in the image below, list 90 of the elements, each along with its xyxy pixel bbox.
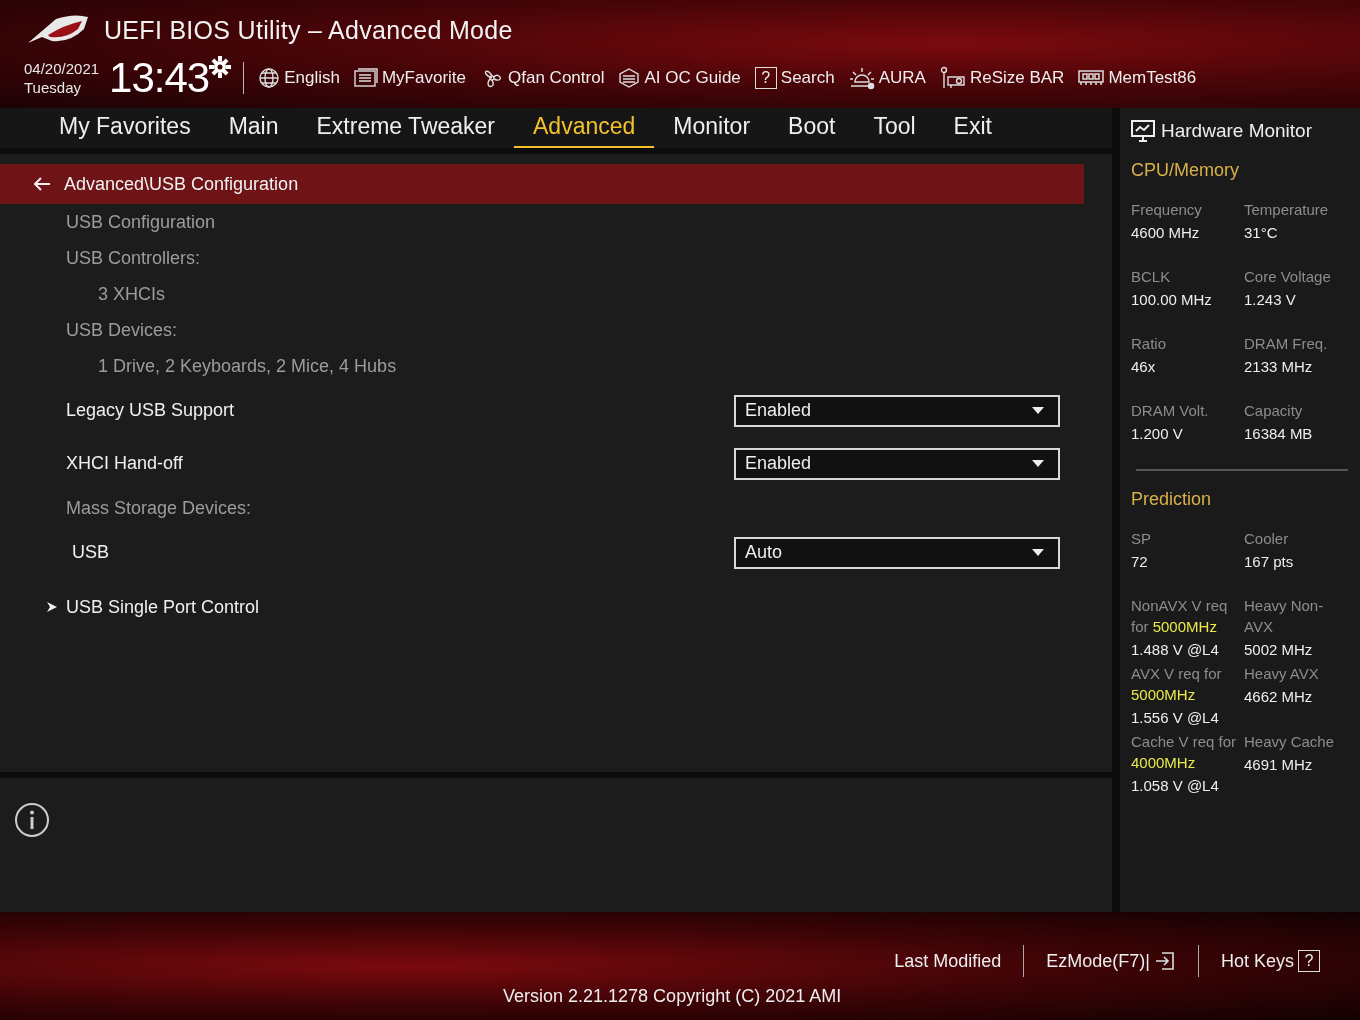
version-text: Version 2.21.1278 Copyright (C) 2021 AMI <box>503 986 843 1007</box>
stat-label: Frequency <box>1131 200 1203 220</box>
chip-icon <box>618 67 641 89</box>
stat-label: DRAM Volt. <box>1131 401 1210 421</box>
section-label: USB Controllers: <box>66 247 201 269</box>
section-label: USB Devices: <box>66 319 178 341</box>
memory-module-icon <box>1078 69 1105 87</box>
toolbar-button[interactable]: ? Search <box>754 67 835 89</box>
stat-value: 1.488 V @L4 <box>1131 640 1220 660</box>
stat-label: Capacity <box>1244 401 1304 421</box>
stat-value: 4691 MHz <box>1244 755 1314 775</box>
stat-label: DRAM Freq. <box>1244 334 1329 354</box>
stat-label: NonAVX V req for 5000MHz <box>1131 596 1229 637</box>
footer-button[interactable]: EzMode(F7)| <box>1024 950 1198 972</box>
breadcrumb-text: Advanced\USB Configuration <box>64 173 299 195</box>
stat-value: 100.00 MHz <box>1131 290 1213 310</box>
section-label: Mass Storage Devices: <box>66 497 252 519</box>
sun-icon <box>848 66 875 90</box>
info-text: 1 Drive, 2 Keyboards, 2 Mice, 4 Hubs <box>98 355 397 377</box>
exit-icon <box>1153 950 1176 972</box>
clock-time: 13:43 <box>109 54 210 102</box>
caret-icon <box>1032 549 1044 556</box>
menu-tab[interactable]: Main <box>209 108 298 148</box>
menu-tab[interactable]: Boot <box>769 108 855 148</box>
dropdown[interactable]: Enabled <box>734 394 1060 427</box>
toolbar-button[interactable]: AI OC Guide <box>618 67 741 89</box>
stat-value: 46x <box>1131 357 1157 377</box>
stat-value: 4662 MHz <box>1244 687 1314 707</box>
footer-button[interactable]: Last Modified <box>872 950 1024 972</box>
toolbar-button[interactable]: English <box>258 67 340 89</box>
card-icon <box>939 66 966 90</box>
date-text: 04/20/2021 <box>24 59 100 78</box>
stat-value: 5002 MHz <box>1244 640 1314 660</box>
menu-tab[interactable]: Tool <box>854 108 935 148</box>
stat-label: AVX V req for 5000MHz <box>1131 664 1223 705</box>
stat-label: Heavy Non-AVX <box>1244 596 1325 637</box>
toolbar-button[interactable]: MemTest86 <box>1078 68 1197 88</box>
weekday-text: Tuesday <box>24 78 82 97</box>
stat-label: Ratio <box>1131 334 1168 354</box>
stat-label: Core Voltage <box>1244 267 1332 287</box>
stat-value: 167 pts <box>1244 552 1295 572</box>
menu-tab[interactable]: Exit <box>934 108 1011 148</box>
setting-label: Legacy USB Support <box>66 400 235 421</box>
stat-label: Temperature <box>1244 200 1330 220</box>
stat-label: BCLK <box>1131 267 1172 287</box>
section-label: USB Configuration <box>66 211 216 233</box>
caret-icon <box>1032 460 1044 467</box>
help-icon: ? <box>754 67 777 89</box>
menu-tab[interactable]: My Favorites <box>40 108 210 148</box>
toolbar-button[interactable]: Qfan Control <box>480 67 605 89</box>
stat-label: Heavy Cache <box>1244 732 1336 752</box>
stat-value: 1.556 V @L4 <box>1131 708 1220 728</box>
back-arrow-icon[interactable] <box>32 176 52 192</box>
section-title: Prediction <box>1131 489 1213 510</box>
window-title: UEFI BIOS Utility – Advanced Mode <box>104 15 513 45</box>
dropdown[interactable]: Auto <box>734 536 1060 569</box>
caret-icon <box>1032 407 1044 414</box>
menu-tab[interactable]: Advanced <box>514 108 655 148</box>
panel-title: Hardware Monitor <box>1161 120 1312 142</box>
toolbar-button[interactable]: AURA <box>848 66 926 90</box>
help-icon: ? <box>1298 950 1320 972</box>
submenu-link[interactable]: USB Single Port Control <box>66 596 260 618</box>
info-icon <box>14 802 50 838</box>
stat-label: Heavy AVX <box>1244 664 1320 684</box>
setting-label: USB <box>71 542 109 563</box>
stat-label: SP <box>1131 529 1152 549</box>
settings-icon <box>209 56 232 78</box>
setting-label: XHCI Hand-off <box>66 453 183 474</box>
stat-value: 1.058 V @L4 <box>1131 776 1220 796</box>
section-title: CPU/Memory <box>1131 160 1240 181</box>
chevron-icon <box>46 601 58 613</box>
toolbar-button[interactable]: ReSize BAR <box>939 66 1065 90</box>
globe-icon <box>258 67 281 89</box>
menu-tab[interactable]: Monitor <box>654 108 770 148</box>
footer-button[interactable]: Hot Keys ? <box>1198 950 1342 972</box>
stat-value: 1.200 V <box>1131 424 1184 444</box>
stat-value: 16384 MB <box>1244 424 1314 444</box>
stat-value: 72 <box>1131 552 1149 572</box>
toolbar-button[interactable]: MyFavorite <box>353 68 467 88</box>
info-text: 3 XHCIs <box>98 283 166 305</box>
list-icon <box>353 68 378 88</box>
monitor-icon <box>1131 119 1155 143</box>
menu-tab[interactable]: Extreme Tweaker <box>297 108 515 148</box>
stat-value: 4600 MHz <box>1131 223 1201 243</box>
stat-value: 2133 MHz <box>1244 357 1314 377</box>
stat-value: 1.243 V <box>1244 290 1297 310</box>
stat-value: 31°C <box>1244 223 1279 243</box>
dropdown[interactable]: Enabled <box>734 447 1060 480</box>
stat-label: Cooler <box>1244 529 1290 549</box>
stat-label: Cache V req for 4000MHz <box>1131 732 1238 773</box>
